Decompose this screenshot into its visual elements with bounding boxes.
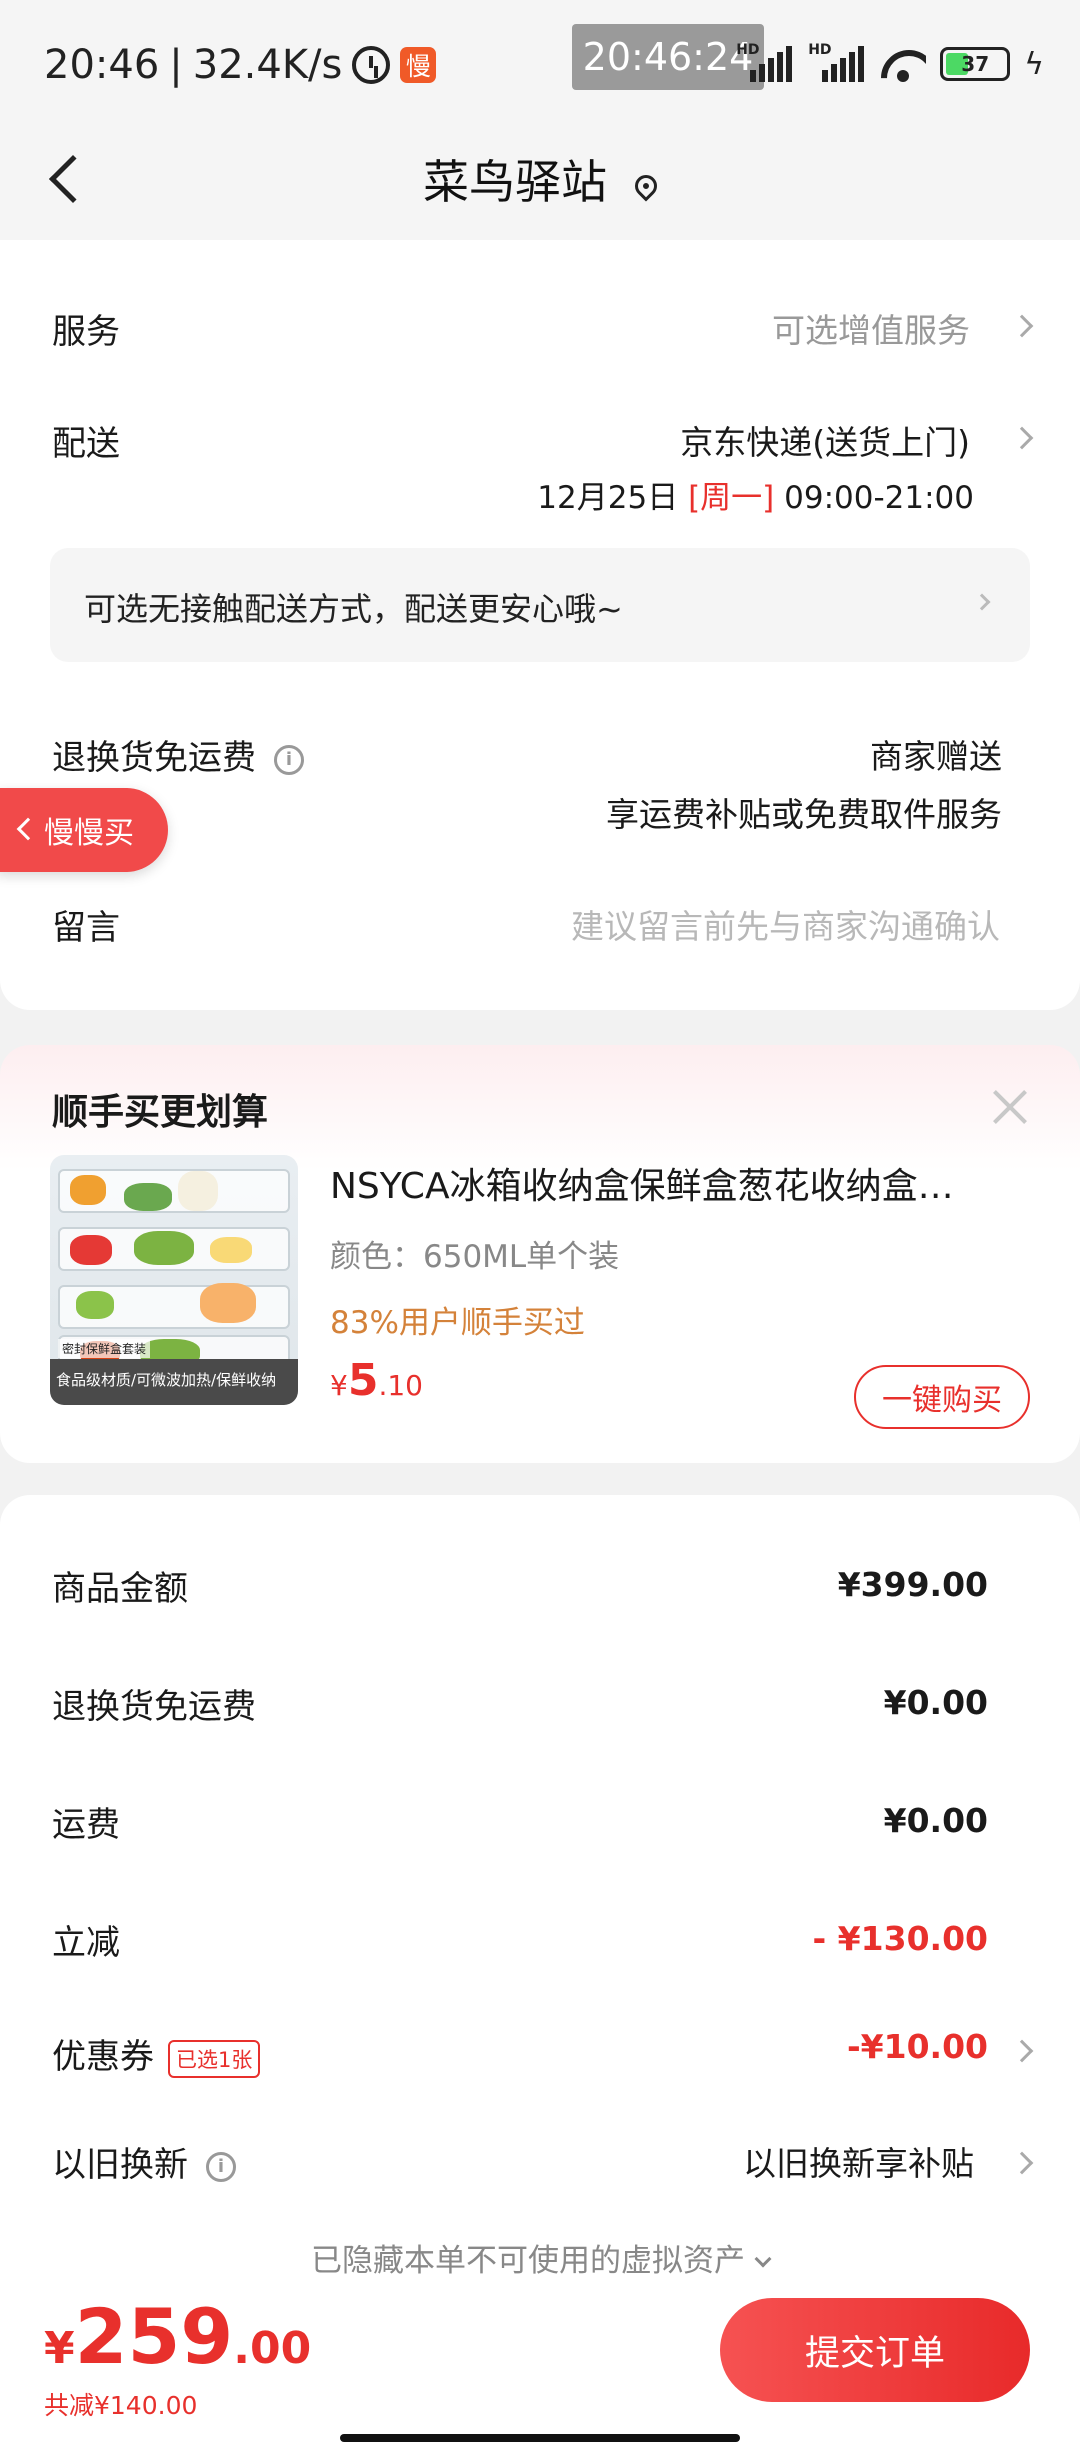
float-button-label: 慢慢买 xyxy=(44,816,134,851)
info-icon[interactable]: i xyxy=(274,744,304,775)
page-title-wrap: 菜鸟驿站 xyxy=(0,146,1080,212)
signal-icon: HD xyxy=(808,42,866,82)
goods-amount-value: ¥399.00 xyxy=(837,1565,988,1604)
status-left: 20:46 | 32.4K/s 慢 xyxy=(44,42,437,88)
chevron-right-icon xyxy=(1010,426,1034,450)
instant-discount-label: 立减 xyxy=(52,1923,120,1963)
product-image-caption: 密封保鲜盒套装 食品级材质/可微波加热/保鲜收纳 xyxy=(50,1339,298,1405)
close-icon[interactable] xyxy=(990,1087,1030,1127)
battery-percent: 37 xyxy=(961,52,990,76)
trade-in-value: 以旧换新享补贴 xyxy=(743,2144,974,2183)
upsell-title: 顺手买更划算 xyxy=(52,1092,269,1133)
hidden-assets-toggle[interactable]: 已隐藏本单不可使用的虚拟资产 xyxy=(0,2235,1080,2280)
instant-discount-value: - ¥130.00 xyxy=(812,1919,989,1958)
signal-hd-label: HD xyxy=(808,42,832,58)
manmanmai-float-button[interactable]: 慢慢买 xyxy=(0,788,168,872)
wifi-icon xyxy=(880,46,926,82)
price-decimal: .10 xyxy=(378,1369,423,1402)
return-fee-label: 退换货免运费 xyxy=(52,1687,256,1727)
home-indicator[interactable] xyxy=(340,2434,740,2442)
submit-order-button[interactable]: 提交订单 xyxy=(720,2298,1030,2402)
time-overlay: 20:46:24 xyxy=(572,24,764,90)
total-decimal: .00 xyxy=(233,2323,312,2374)
location-pin-icon[interactable] xyxy=(630,169,662,202)
service-label: 服务 xyxy=(52,312,120,352)
notice-text: 可选无接触配送方式，配送更安心哦~ xyxy=(84,590,623,628)
goods-amount-label: 商品金额 xyxy=(52,1569,188,1609)
signal-hd-label: HD xyxy=(736,42,760,58)
price-integer: 5 xyxy=(347,1355,379,1406)
order-options-card: 服务 可选增值服务 配送 京东快递(送货上门) 12月25日 [周一] 09:0… xyxy=(0,240,1080,1010)
status-right: HD HD 37 ϟ xyxy=(736,42,1044,82)
coupon-label: 优惠券 xyxy=(52,2037,154,2077)
freight-value: ¥0.00 xyxy=(883,1801,988,1840)
chevron-right-icon xyxy=(1010,314,1034,338)
coupon-selected-tag: 已选1张 xyxy=(168,2039,261,2078)
charging-icon: ϟ xyxy=(1024,46,1044,82)
app-badge-icon: 慢 xyxy=(400,47,437,83)
chevron-down-icon xyxy=(754,2250,772,2268)
chevron-right-icon xyxy=(1010,2151,1034,2175)
upsell-card: 顺手买更划算 密封保鲜盒套装 食品级材质/可微波加热/保鲜收纳 NSYCA冰箱收… xyxy=(0,1045,1080,1463)
nav-header: 菜鸟驿站 xyxy=(0,130,1080,372)
price-summary-card: 商品金额 ¥399.00 退换货免运费 ¥0.00 运费 ¥0.00 立减 - … xyxy=(0,1495,1080,2315)
status-time: 20:46 xyxy=(44,42,160,88)
coupon-label-wrap: 优惠券 已选1张 xyxy=(52,2029,261,2078)
status-bar: 20:46 | 32.4K/s 慢 20:46:24 HD HD 37 ϟ xyxy=(0,0,1080,130)
total-saved: 共减¥140.00 xyxy=(44,2391,198,2420)
contactless-notice[interactable]: 可选无接触配送方式，配送更安心哦~ xyxy=(50,548,1030,662)
trade-in-label: 以旧换新 xyxy=(52,2145,188,2185)
message-label: 留言 xyxy=(52,908,120,948)
product-image[interactable]: 密封保鲜盒套装 食品级材质/可微波加热/保鲜收纳 xyxy=(50,1155,298,1405)
return-shipping-value: 商家赠送 xyxy=(870,737,1002,776)
return-shipping-desc: 享运费补贴或免费取件服务 xyxy=(606,795,1002,834)
chevron-right-icon xyxy=(1010,2039,1034,2063)
status-net-speed: 32.4K/s xyxy=(192,42,343,88)
product-spec: 颜色：650ML单个装 xyxy=(330,1239,620,1275)
delivery-time: 12月25日 [周一] 09:00-21:00 xyxy=(537,472,974,517)
delivery-hours: 09:00-21:00 xyxy=(784,480,974,516)
chevron-left-icon xyxy=(16,817,40,841)
checkout-bar: ¥259.00 共减¥140.00 提交订单 xyxy=(0,2278,1080,2460)
info-icon[interactable]: i xyxy=(206,2151,236,2182)
message-input[interactable]: 建议留言前先与商家沟通确认 xyxy=(571,900,1000,948)
signal-icon: HD xyxy=(736,42,794,82)
freight-label: 运费 xyxy=(52,1805,120,1845)
product-price: ¥5.10 xyxy=(330,1355,423,1406)
return-shipping-label-wrap: 退换货免运费 i xyxy=(52,730,304,779)
return-fee-value: ¥0.00 xyxy=(883,1683,988,1722)
delivery-carrier: 京东快递(送货上门) xyxy=(680,423,970,462)
service-value: 可选增值服务 xyxy=(772,311,970,350)
price-currency: ¥ xyxy=(330,1369,348,1402)
delivery-weekday: [周一] xyxy=(688,480,775,516)
total-integer: 259 xyxy=(74,2292,234,2381)
status-divider: | xyxy=(169,42,183,88)
return-shipping-label: 退换货免运费 xyxy=(52,738,256,778)
delivery-date: 12月25日 xyxy=(537,480,679,516)
product-purchase-stat: 83%用户顺手买过 xyxy=(330,1305,585,1341)
delivery-label: 配送 xyxy=(52,424,120,464)
alarm-clock-icon xyxy=(352,46,391,84)
total-currency: ¥ xyxy=(44,2323,75,2374)
page-title: 菜鸟驿站 xyxy=(423,155,607,209)
caption-top: 密封保鲜盒套装 xyxy=(58,1339,151,1358)
one-click-buy-button[interactable]: 一键购买 xyxy=(854,1365,1030,1429)
hidden-assets-text: 已隐藏本单不可使用的虚拟资产 xyxy=(311,2243,745,2279)
caption-text: 食品级材质/可微波加热/保鲜收纳 xyxy=(56,1371,277,1389)
total-price: ¥259.00 xyxy=(44,2292,311,2381)
product-name[interactable]: NSYCA冰箱收纳盒保鲜盒葱花收纳盒… xyxy=(330,1157,1010,1209)
coupon-value: -¥10.00 xyxy=(846,2027,988,2066)
trade-in-label-wrap: 以旧换新 i xyxy=(52,2137,236,2186)
chevron-right-icon xyxy=(973,593,991,611)
battery-icon: 37 xyxy=(940,47,1011,81)
